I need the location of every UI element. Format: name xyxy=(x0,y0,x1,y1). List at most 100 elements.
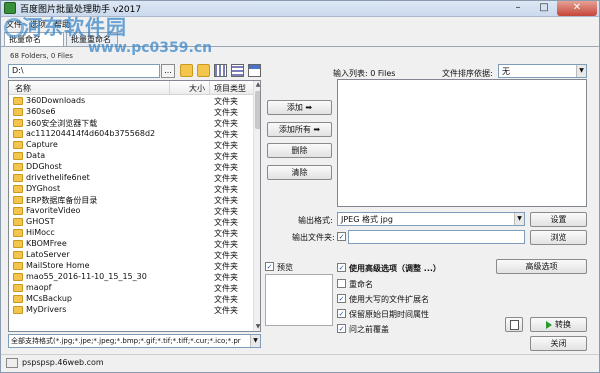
column-type[interactable]: 项目类型 xyxy=(214,83,246,94)
file-list-row[interactable]: MyDrivers 文件夹 xyxy=(9,305,253,316)
chevron-down-icon: ▼ xyxy=(514,213,524,225)
minimize-button[interactable]: – xyxy=(505,0,531,16)
file-list-row[interactable]: Data 文件夹 xyxy=(9,151,253,162)
rename-checkbox[interactable] xyxy=(337,279,346,288)
advanced-options-checkbox[interactable]: ✓ xyxy=(337,263,346,272)
file-list-row[interactable]: maopf 文件夹 xyxy=(9,283,253,294)
folder-up-icon[interactable] xyxy=(180,64,193,77)
thumbnail-view-icon[interactable] xyxy=(248,64,261,77)
path-browse-button[interactable]: ... xyxy=(161,64,175,78)
file-list-row[interactable]: LatoServer 文件夹 xyxy=(9,250,253,261)
path-input[interactable]: D:\ xyxy=(8,64,160,78)
file-type: 文件夹 xyxy=(214,163,238,172)
add-all-button[interactable]: 添加所有 ➡ xyxy=(267,122,332,137)
details-view-icon[interactable] xyxy=(231,64,244,77)
file-list-row[interactable]: KBOMFree 文件夹 xyxy=(9,239,253,250)
keep-date-checkbox[interactable]: ✓ xyxy=(337,309,346,318)
folder-icon xyxy=(13,207,23,215)
folder-icon xyxy=(13,218,23,226)
scroll-thumb[interactable] xyxy=(255,91,260,129)
clear-button[interactable]: 清除 xyxy=(267,165,332,180)
folder-icon xyxy=(13,262,23,270)
convert-button[interactable]: 转换 xyxy=(530,317,587,332)
settings-button[interactable]: 设置 xyxy=(530,212,587,227)
scroll-down-icon[interactable]: ▼ xyxy=(254,323,260,331)
file-list-row[interactable]: drivethelife6net 文件夹 xyxy=(9,173,253,184)
file-list-row[interactable]: mao55_2016-11-10_15_15_30 文件夹 xyxy=(9,272,253,283)
file-type-filter-select[interactable]: 全部支持格式(*.jpg;*.jpe;*.jpeg;*.bmp;*.gif;*.… xyxy=(8,334,261,348)
file-list-row[interactable]: MailStore Home 文件夹 xyxy=(9,261,253,272)
file-name: MailStore Home xyxy=(26,261,90,270)
file-list-row[interactable]: DDGhost 文件夹 xyxy=(9,162,253,173)
file-list-row[interactable]: Capture 文件夹 xyxy=(9,140,253,151)
add-button[interactable]: 添加 ➡ xyxy=(267,100,332,115)
preview-box xyxy=(265,274,333,326)
output-folder-input[interactable] xyxy=(348,230,525,244)
overwrite-checkbox[interactable]: ✓ xyxy=(337,324,346,333)
folder-icon xyxy=(13,141,23,149)
help-document-button[interactable] xyxy=(505,317,523,332)
file-name: ERP数据库备份目录 xyxy=(26,196,98,205)
file-type: 文件夹 xyxy=(214,196,238,205)
file-name: 360Downloads xyxy=(26,96,86,105)
file-list-row[interactable]: ERP数据库备份目录 文件夹 xyxy=(9,195,253,206)
file-name: mao55_2016-11-10_15_15_30 xyxy=(26,272,147,281)
column-size[interactable]: 大小 xyxy=(189,83,205,94)
output-format-label: 输出格式: xyxy=(298,216,333,225)
file-name: MyDrivers xyxy=(26,305,67,314)
file-name: drivethelife6net xyxy=(26,173,90,182)
input-list-label: 输入列表: 0 Files xyxy=(333,69,396,78)
folder-icon xyxy=(13,185,23,193)
delete-button[interactable]: 删除 xyxy=(267,143,332,158)
advanced-options-label: 使用高级选项（调整 ...） xyxy=(349,264,441,273)
file-type: 文件夹 xyxy=(214,240,238,249)
preview-checkbox[interactable]: ✓ xyxy=(265,262,274,271)
input-file-list[interactable] xyxy=(337,79,587,207)
file-type-filter-value: 全部支持格式(*.jpg;*.jpe;*.jpeg;*.bmp;*.gif;*.… xyxy=(11,337,241,345)
file-list-row[interactable]: MCsBackup 文件夹 xyxy=(9,294,253,305)
file-name: MCsBackup xyxy=(26,294,72,303)
list-view-icon[interactable] xyxy=(214,64,227,77)
output-format-select[interactable]: JPEG 格式 jpg ▼ xyxy=(337,212,525,226)
file-list-row[interactable]: DYGhost 文件夹 xyxy=(9,184,253,195)
file-name: ac111204414f4d604b375568d2 xyxy=(26,129,156,138)
watermark-logo-icon xyxy=(4,18,24,38)
new-folder-icon[interactable] xyxy=(197,64,210,77)
file-name: maopf xyxy=(26,283,52,292)
folder-icon xyxy=(13,295,23,303)
file-list-scrollbar[interactable]: ▲ ▼ xyxy=(253,81,260,331)
uppercase-ext-checkbox[interactable]: ✓ xyxy=(337,294,346,303)
column-name[interactable]: 名称 xyxy=(15,83,31,94)
maximize-button[interactable]: □ xyxy=(531,0,557,16)
scroll-up-icon[interactable]: ▲ xyxy=(254,81,260,89)
file-name: LatoServer xyxy=(26,250,70,259)
browse-button[interactable]: 浏览 xyxy=(530,230,587,245)
file-list-row[interactable]: 360安全浏览器下载 文件夹 xyxy=(9,118,253,129)
advanced-options-button[interactable]: 高级选项 xyxy=(496,259,587,274)
file-list-row[interactable]: HiMocc 文件夹 xyxy=(9,228,253,239)
sort-label: 文件排序依据: xyxy=(442,69,493,78)
file-name: DDGhost xyxy=(26,162,62,171)
output-folder-checkbox[interactable]: ✓ xyxy=(337,232,346,241)
play-icon xyxy=(546,320,552,329)
file-name: Data xyxy=(26,151,46,160)
file-type: 文件夹 xyxy=(214,130,238,139)
file-list-row[interactable]: FavoriteVideo 文件夹 xyxy=(9,206,253,217)
file-list-row[interactable]: ac111204414f4d604b375568d2 文件夹 xyxy=(9,129,253,140)
file-list-row[interactable]: GHOST 文件夹 xyxy=(9,217,253,228)
file-list[interactable]: 名称 大小 项目类型 360Downloads 文件夹 360se6 文件夹 360安全… xyxy=(8,80,261,332)
sort-select[interactable]: 无 ▼ xyxy=(498,64,587,78)
chevron-down-icon: ▼ xyxy=(576,65,586,77)
close-window-button[interactable]: ✕ xyxy=(557,0,597,16)
file-list-row[interactable]: 360Downloads 文件夹 xyxy=(9,96,253,107)
file-type: 文件夹 xyxy=(214,229,238,238)
file-name: FavoriteVideo xyxy=(26,206,81,215)
file-type: 文件夹 xyxy=(214,152,238,161)
close-button[interactable]: 关闭 xyxy=(530,336,587,351)
output-format-value: JPEG 格式 jpg xyxy=(341,215,393,224)
folder-icon xyxy=(13,130,23,138)
uppercase-ext-label: 使用大写的文件扩展名 xyxy=(349,295,429,304)
file-type: 文件夹 xyxy=(214,262,238,271)
status-icon xyxy=(6,358,18,368)
file-list-row[interactable]: 360se6 文件夹 xyxy=(9,107,253,118)
